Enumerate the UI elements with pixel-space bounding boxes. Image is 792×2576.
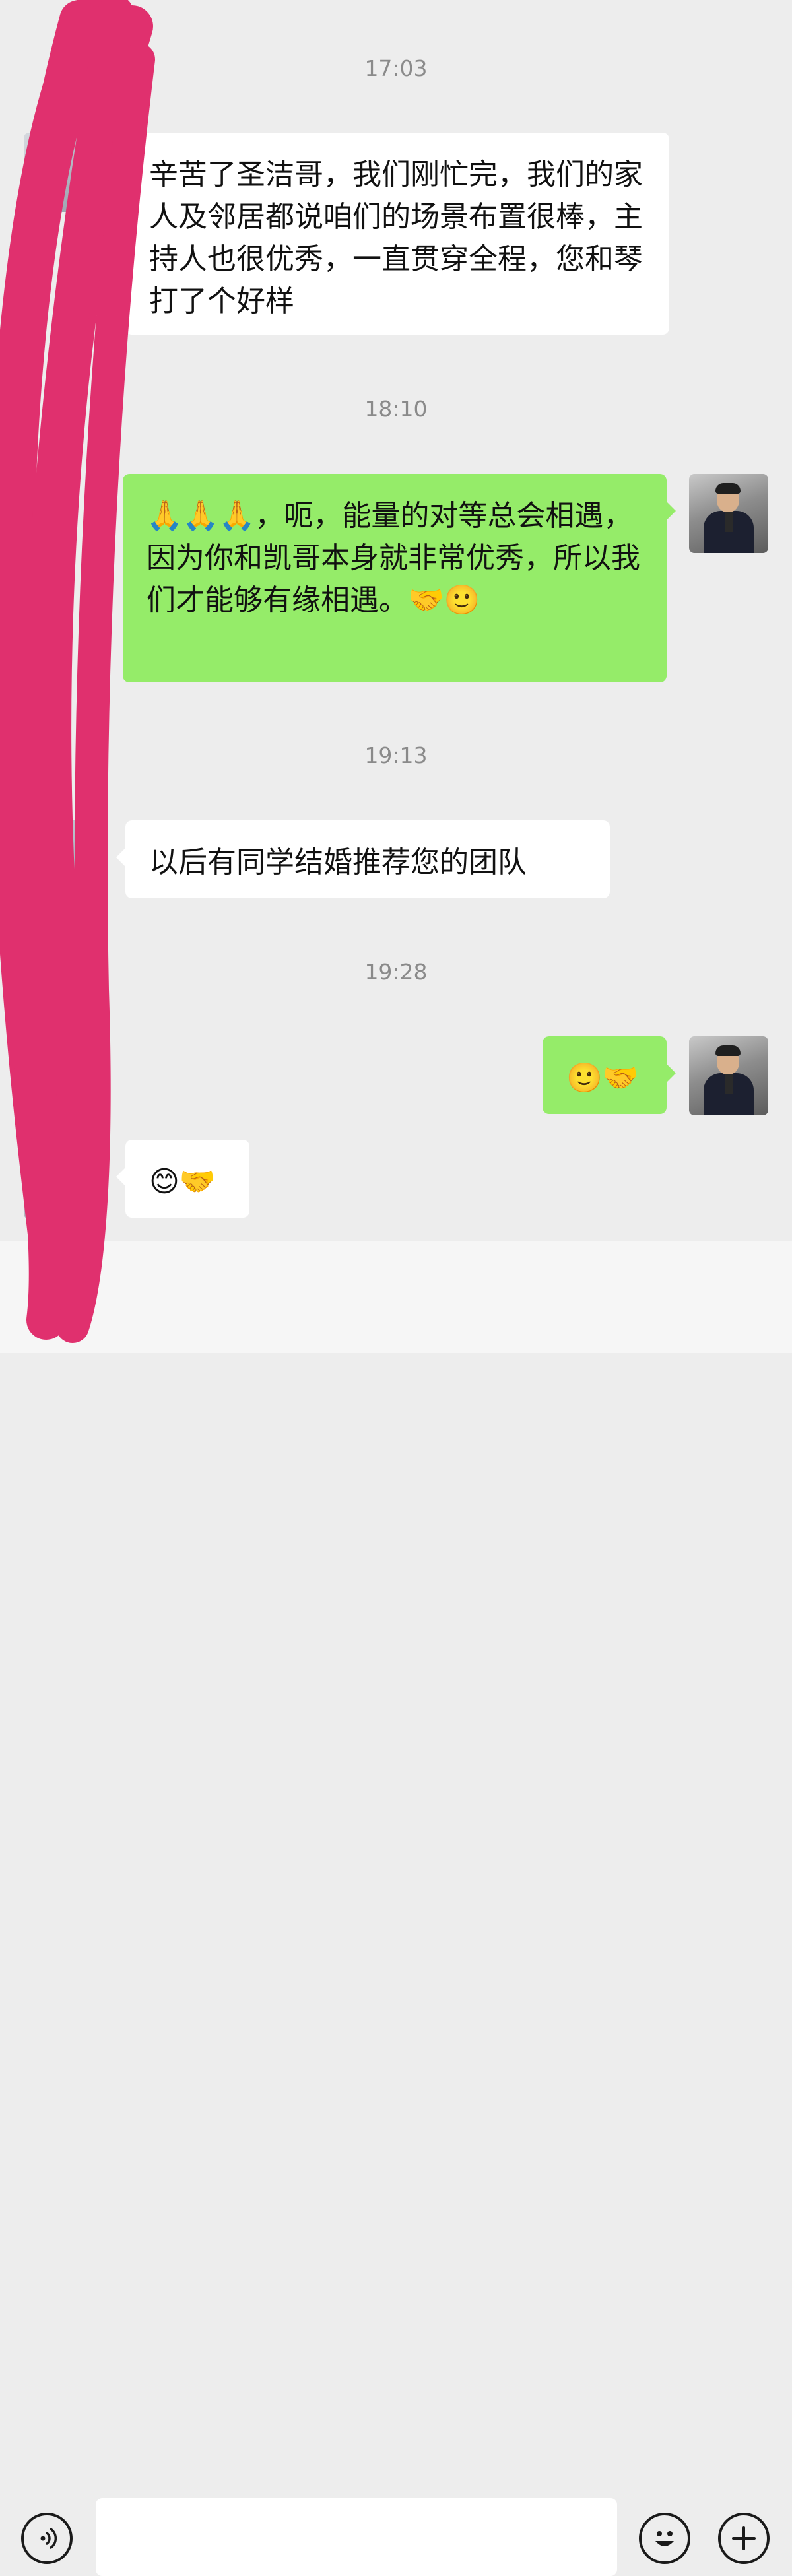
peer-avatar[interactable] (24, 820, 103, 900)
input-toolbar (0, 1241, 792, 2576)
voice-icon (40, 2528, 57, 2549)
message-bubble-incoming[interactable]: 辛苦了圣洁哥，我们刚忙完，我们的家人及邻居都说咱们的场景布置很棒，主持人也很优秀… (116, 133, 669, 335)
chat-area[interactable]: 17:03 辛苦了圣洁哥，我们刚忙完，我们的家人及邻居都说咱们的场景布置很棒，主… (0, 0, 792, 1241)
timestamp: 19:13 (364, 743, 428, 768)
message-bubble-incoming[interactable]: 以后有同学结婚推荐您的团队 (116, 820, 610, 898)
timestamp: 19:28 (364, 959, 428, 985)
avatar-figure (725, 1074, 733, 1094)
message-bubble-outgoing[interactable]: 🙂🤝 (543, 1036, 676, 1114)
voice-button[interactable] (21, 2513, 73, 2564)
message-bubble-incoming[interactable]: 😊🤝 (116, 1140, 249, 1218)
message-bubble-outgoing[interactable]: 🙏🙏🙏，呃，能量的对等总会相遇，因为你和凯哥本身就非常优秀，所以我们才能够有缘相… (123, 474, 676, 682)
timestamp: 17:03 (364, 55, 428, 81)
plus-button[interactable] (718, 2513, 770, 2564)
peer-avatar[interactable] (24, 133, 103, 212)
emoji-button[interactable] (639, 2513, 690, 2564)
self-avatar[interactable] (689, 1036, 768, 1115)
avatar-figure (715, 1045, 741, 1056)
avatar-figure (715, 483, 741, 494)
timestamp: 18:10 (364, 396, 428, 422)
avatar-figure (725, 512, 733, 532)
plus-icon (732, 2526, 756, 2550)
peer-avatar[interactable] (24, 1140, 103, 1219)
message-input[interactable] (96, 2498, 617, 2576)
self-avatar[interactable] (689, 474, 768, 553)
emoji-icon (655, 2531, 674, 2546)
